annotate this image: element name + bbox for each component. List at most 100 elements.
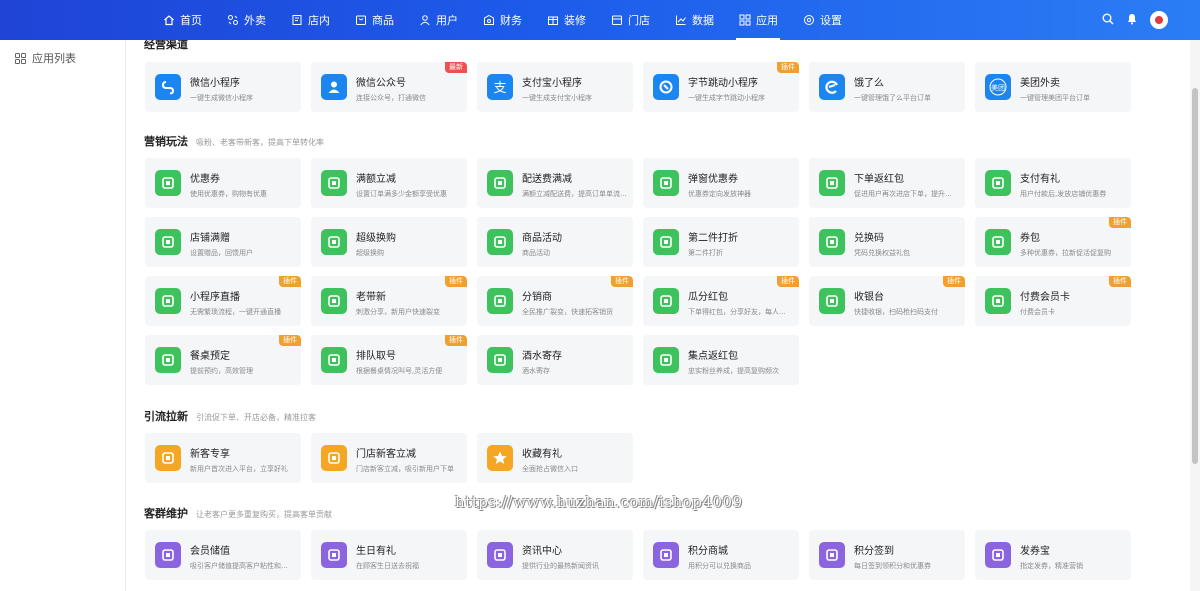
gift-icon [155,229,181,255]
section-title: 营销玩法 [144,135,188,148]
app-card[interactable]: 微信小程序 一键生成微信小程序 [145,62,301,112]
app-card[interactable]: 付费会员卡 付费会员卡 插件 [975,276,1131,326]
avatar[interactable] [1150,11,1168,29]
store-icon [610,14,623,27]
nav-item-5[interactable]: 用户 [406,0,470,40]
app-card-name: 微信公众号 [356,78,406,89]
app-card-name: 兑换码 [854,233,884,244]
app-card[interactable]: 生日有礼 在顾客生日送去祝福 [311,530,467,580]
app-card[interactable]: 集点返红包 忠实粉丝养成，提高复购频次 [643,335,799,385]
app-card[interactable]: 优惠券 使用优惠券，购物有优惠 [145,158,301,208]
app-card[interactable]: 店铺满赠 设置赠品，回馈用户 [145,217,301,267]
nav-item-4[interactable]: 商品 [342,0,406,40]
user-icon [418,14,431,27]
app-card-desc: 使用优惠券，购物有优惠 [190,190,267,198]
scrollbar-thumb[interactable] [1192,88,1198,464]
app-card-badge: 插件 [279,335,301,346]
app-card[interactable]: 饿了么 一键管理饿了么平台订单 [809,62,965,112]
nav-item-label: 首页 [180,14,202,27]
split-red-packet-icon [653,288,679,314]
app-card-name: 付费会员卡 [1020,292,1070,303]
app-card-name: 积分商城 [688,546,728,557]
app-card-name: 餐桌预定 [190,351,230,362]
sidebar-item-app-list[interactable]: 应用列表 [15,50,125,66]
app-card-desc: 吸引客户储值提高客户粘性和... [190,562,288,570]
app-card-name: 积分签到 [854,546,894,557]
takeout-icon [226,14,239,27]
nav-item-3[interactable]: 店内 [278,0,342,40]
app-card-name: 分销商 [522,292,552,303]
app-card[interactable]: 弹窗优惠券 优惠券定向发放神器 [643,158,799,208]
app-card-name: 收银台 [854,292,884,303]
nav-item-10[interactable]: 应用 [726,0,790,40]
app-card[interactable]: 券包 多种优惠券，拉新促活促复购 插件 [975,217,1131,267]
news-icon [487,542,513,568]
cake-icon [321,542,347,568]
top-navigation: 首页 外卖 店内 商品 用户 财务 装修 门店 数据 应用 设置 [0,0,1200,40]
pay-gift-icon [985,170,1011,196]
home-icon [162,14,175,27]
app-card-badge: 插件 [279,276,301,287]
red-packet-icon [819,170,845,196]
app-card-badge: 插件 [777,276,799,287]
app-card[interactable]: 小程序直播 无需繁琐流程，一键开通直播 插件 [145,276,301,326]
app-card[interactable]: 门店新客立减 门店新客立减，吸引新用户下单 [311,433,467,483]
app-card[interactable]: 兑换码 凭码兑换权益礼包 [809,217,965,267]
nav-item-9[interactable]: 数据 [662,0,726,40]
nav-item-2[interactable]: 外卖 [214,0,278,40]
app-card[interactable]: 收银台 快捷收银，扫码枪扫码支付 插件 [809,276,965,326]
app-card[interactable]: 字节跳动小程序 一键生成字节跳动小程序 插件 [643,62,799,112]
app-card[interactable]: 老带新 刺激分享，新用户快速裂变 插件 [311,276,467,326]
nav-item-6[interactable]: 财务 [470,0,534,40]
app-card-name: 弹窗优惠券 [688,174,738,185]
nav-item-11[interactable]: 设置 [790,0,854,40]
app-card[interactable]: 资讯中心 提供行业的最热新闻资讯 [477,530,633,580]
app-card-desc: 付费会员卡 [1020,308,1055,316]
app-card-desc: 酒水寄存 [522,367,550,375]
app-card[interactable]: 支 支付宝小程序 一键生成支付宝小程序 [477,62,633,112]
app-card[interactable]: 支付有礼 用户付款后,发放店铺优惠券 [975,158,1131,208]
app-card[interactable]: 会员储值 吸引客户储值提高客户粘性和... [145,530,301,580]
app-card-desc: 全面抢占微信入口 [522,465,578,473]
app-card[interactable]: 下单返红包 促进用户再次进店下单，提升... [809,158,965,208]
app-card[interactable]: 商品活动 商品活动 [477,217,633,267]
app-card[interactable]: 积分签到 每日签到领积分和优惠券 [809,530,965,580]
app-card[interactable]: 微信公众号 连接公众号，打通微信 最新 [311,62,467,112]
app-card[interactable]: 餐桌预定 提前预约，高效管理 插件 [145,335,301,385]
nav-item-label: 装修 [564,14,586,27]
section-header: 客群维护 让老客户更多重复购买，提高客单贡献 [144,505,332,521]
queue-icon [321,347,347,373]
app-card[interactable]: 酒水寄存 酒水寄存 [477,335,633,385]
app-card[interactable]: 新客专享 新用户首次进入平台，立享好礼 [145,433,301,483]
app-card-name: 发券宝 [1020,546,1050,557]
bell-icon[interactable] [1126,13,1138,28]
app-card[interactable]: 排队取号 根据餐桌情况叫号,灵活方便 插件 [311,335,467,385]
app-card[interactable]: 收藏有礼全面抢占微信入口 [477,433,633,483]
app-card[interactable]: 美团 美团外卖 一键管理美团平台订单 [975,62,1131,112]
app-card-name: 收藏有礼 [522,449,562,460]
nav-right-tools [1102,0,1168,40]
app-card[interactable]: 瓜分红包 下单得红包，分享好友，每人... 插件 [643,276,799,326]
scrollbar[interactable] [1190,40,1200,591]
app-card[interactable]: 发券宝 指定发券，精准营销 [975,530,1131,580]
watermark: https://www.huzhan.com/ishop4009 [455,493,743,511]
nav-item-8[interactable]: 门店 [598,0,662,40]
nav-item-7[interactable]: 装修 [534,0,598,40]
app-card-badge: 插件 [445,276,467,287]
search-icon[interactable] [1102,13,1114,28]
section-title: 客群维护 [144,507,188,520]
app-card-badge: 最新 [445,62,467,73]
popup-coupon-icon [653,170,679,196]
app-card[interactable]: 第二件打折 第二件打折 [643,217,799,267]
app-card[interactable]: 配送费满减 满额立减配送费，提高订单单流... [477,158,633,208]
app-card[interactable]: 满额立减 设置订单满多少金额享受优惠 [311,158,467,208]
nav-item-1[interactable]: 首页 [150,0,214,40]
app-card[interactable]: 超级换购 超级换购 [311,217,467,267]
app-card[interactable]: 积分商城 用积分可以兑换商品 [643,530,799,580]
app-card-name: 支付宝小程序 [522,78,582,89]
app-card-name: 微信小程序 [190,78,240,89]
app-card-name: 配送费满减 [522,174,572,185]
nav-item-label: 设置 [820,14,842,27]
member-card-icon [985,288,1011,314]
app-card[interactable]: 分销商 全民推广裂变，快速拓客销货 插件 [477,276,633,326]
